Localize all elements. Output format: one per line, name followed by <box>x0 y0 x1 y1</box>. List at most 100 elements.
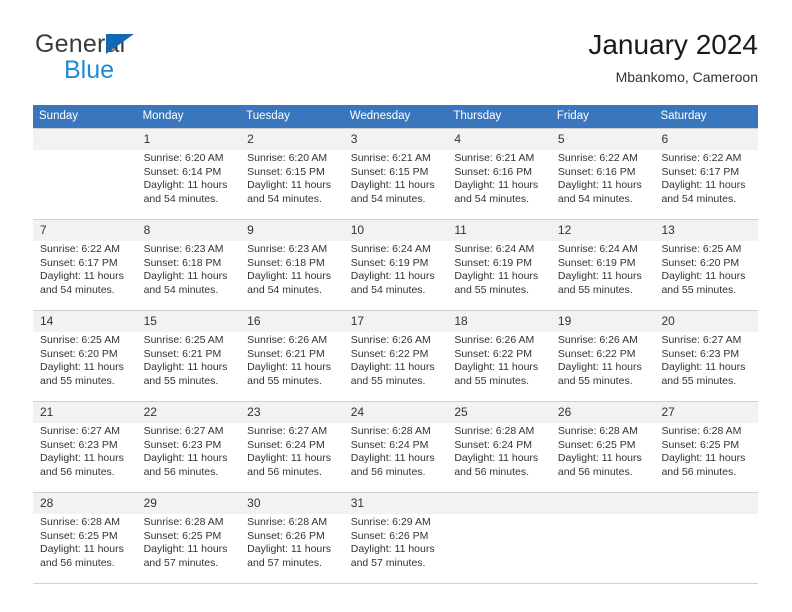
daylight-text-line1: Daylight: 11 hours <box>350 270 435 283</box>
daylight-text-line2: and 54 minutes. <box>661 192 737 205</box>
sunset-text: Sunset: 6:24 PM <box>350 438 429 451</box>
week-day-numbers: 28 29 30 31 <box>33 493 758 514</box>
sunset-text: Sunset: 6:26 PM <box>350 529 429 542</box>
sunset-text: Sunset: 6:25 PM <box>557 438 636 451</box>
daylight-text-line1: Daylight: 11 hours <box>350 543 435 556</box>
daylight-text-line2: and 54 minutes. <box>143 192 219 205</box>
day-number <box>33 129 137 150</box>
daylight-text-line1: Daylight: 11 hours <box>40 543 124 556</box>
daylight-text-line1: Daylight: 11 hours <box>350 179 435 192</box>
sunrise-text: Sunrise: 6:28 AM <box>40 516 120 528</box>
day-number: 20 <box>661 314 675 328</box>
sunset-text: Sunset: 6:16 PM <box>557 165 636 178</box>
sunrise-text: Sunrise: 6:25 AM <box>661 243 742 255</box>
daylight-text-line2: and 55 minutes. <box>247 374 322 387</box>
day-cell: Sunrise: 6:27 AM Sunset: 6:23 PM Dayligh… <box>654 332 758 401</box>
sunset-text: Sunset: 6:24 PM <box>247 438 325 451</box>
day-cell: Sunrise: 6:25 AM Sunset: 6:21 PM Dayligh… <box>137 332 241 401</box>
day-number: 24 <box>350 405 365 419</box>
sunset-text: Sunset: 6:24 PM <box>454 438 532 451</box>
day-number <box>447 493 551 514</box>
location-subtitle: Mbankomo, Cameroon <box>615 69 758 85</box>
daylight-text-line2: and 56 minutes. <box>454 465 530 478</box>
daylight-text-line1: Daylight: 11 hours <box>143 543 228 556</box>
daylight-text-line2: and 54 minutes. <box>247 192 322 205</box>
sunset-text: Sunset: 6:19 PM <box>557 256 636 269</box>
sunset-text: Sunset: 6:19 PM <box>454 256 532 269</box>
day-cell: Sunrise: 6:20 AM Sunset: 6:15 PM Dayligh… <box>240 150 344 219</box>
daylight-text-line2: and 56 minutes. <box>350 465 426 478</box>
calendar-week-row: 7 8 9 10 11 12 13 Sunrise: 6:22 AM Sunse… <box>33 219 758 310</box>
calendar-week-row: 14 15 16 17 18 19 20 Sunrise: 6:25 AM Su… <box>33 310 758 401</box>
day-cell: Sunrise: 6:28 AM Sunset: 6:25 PM Dayligh… <box>654 423 758 492</box>
day-number: 23 <box>247 405 261 419</box>
sunrise-text: Sunrise: 6:22 AM <box>557 152 638 164</box>
grid-bottom-border <box>33 583 758 584</box>
daylight-text-line1: Daylight: 11 hours <box>454 179 539 192</box>
day-cell: Sunrise: 6:24 AM Sunset: 6:19 PM Dayligh… <box>551 241 655 310</box>
day-number: 31 <box>350 496 365 510</box>
sunset-text: Sunset: 6:23 PM <box>40 438 118 451</box>
daylight-text-line1: Daylight: 11 hours <box>454 270 539 283</box>
day-number: 15 <box>143 314 157 328</box>
sunrise-text: Sunrise: 6:27 AM <box>247 425 328 437</box>
sunrise-text: Sunrise: 6:20 AM <box>143 152 224 164</box>
day-number: 10 <box>350 223 365 237</box>
day-number: 3 <box>350 132 358 146</box>
day-number: 2 <box>247 132 254 146</box>
daylight-text-line2: and 54 minutes. <box>40 283 115 296</box>
day-cell: Sunrise: 6:28 AM Sunset: 6:25 PM Dayligh… <box>137 514 241 583</box>
day-cell: Sunrise: 6:27 AM Sunset: 6:24 PM Dayligh… <box>240 423 344 492</box>
title-block: January 2024 Mbankomo, Cameroon <box>588 28 758 86</box>
day-number: 14 <box>40 314 54 328</box>
day-cell: Sunrise: 6:24 AM Sunset: 6:19 PM Dayligh… <box>344 241 448 310</box>
daylight-text-line1: Daylight: 11 hours <box>454 452 539 465</box>
day-cell: Sunrise: 6:28 AM Sunset: 6:24 PM Dayligh… <box>447 423 551 492</box>
sunset-text: Sunset: 6:21 PM <box>143 347 222 360</box>
day-number: 17 <box>350 314 365 328</box>
weekday-header-tuesday: Tuesday <box>246 110 290 122</box>
calendar-page: General Blue January 2024 Mbankomo, Came… <box>0 0 792 612</box>
day-cell: Sunrise: 6:29 AM Sunset: 6:26 PM Dayligh… <box>344 514 448 583</box>
daylight-text-line1: Daylight: 11 hours <box>661 452 746 465</box>
week-day-details: Sunrise: 6:25 AM Sunset: 6:20 PM Dayligh… <box>33 332 758 401</box>
day-number: 26 <box>557 405 572 419</box>
sunrise-text: Sunrise: 6:27 AM <box>143 425 224 437</box>
day-cell: Sunrise: 6:27 AM Sunset: 6:23 PM Dayligh… <box>137 423 241 492</box>
sunset-text: Sunset: 6:25 PM <box>661 438 740 451</box>
daylight-text-line1: Daylight: 11 hours <box>143 270 228 283</box>
calendar-grid: Sunday Monday Tuesday Wednesday Thursday… <box>33 105 758 584</box>
sunrise-text: Sunrise: 6:29 AM <box>350 516 431 528</box>
sunrise-text: Sunrise: 6:26 AM <box>454 334 535 346</box>
day-cell: Sunrise: 6:20 AM Sunset: 6:14 PM Dayligh… <box>137 150 241 219</box>
sunrise-text: Sunrise: 6:28 AM <box>350 425 431 437</box>
weekday-header-sunday: Sunday <box>39 110 79 122</box>
daylight-text-line2: and 54 minutes. <box>454 192 530 205</box>
day-cell: Sunrise: 6:25 AM Sunset: 6:20 PM Dayligh… <box>654 241 758 310</box>
daylight-text-line1: Daylight: 11 hours <box>40 361 124 374</box>
day-cell: Sunrise: 6:21 AM Sunset: 6:16 PM Dayligh… <box>447 150 551 219</box>
daylight-text-line2: and 56 minutes. <box>40 465 115 478</box>
sunset-text: Sunset: 6:22 PM <box>454 347 532 360</box>
calendar-week-row: 28 29 30 31 Sunrise: 6:28 AM Sunset: 6:2… <box>33 492 758 583</box>
day-cell: Sunrise: 6:22 AM Sunset: 6:17 PM Dayligh… <box>654 150 758 219</box>
sunset-text: Sunset: 6:18 PM <box>247 256 325 269</box>
weekday-header-row: Sunday Monday Tuesday Wednesday Thursday… <box>33 105 758 128</box>
week-day-numbers: 7 8 9 10 11 12 13 <box>33 220 758 241</box>
day-cell: Sunrise: 6:23 AM Sunset: 6:18 PM Dayligh… <box>137 241 241 310</box>
daylight-text-line2: and 55 minutes. <box>143 374 219 387</box>
day-number: 28 <box>40 496 54 510</box>
daylight-text-line2: and 56 minutes. <box>247 465 322 478</box>
week-day-details: Sunrise: 6:28 AM Sunset: 6:25 PM Dayligh… <box>33 514 758 583</box>
sunrise-text: Sunrise: 6:26 AM <box>350 334 431 346</box>
calendar-week-row: 1 2 3 4 5 6 Sunrise: 6:20 AM Sunset: 6:1… <box>33 128 758 219</box>
day-cell: Sunrise: 6:27 AM Sunset: 6:23 PM Dayligh… <box>33 423 137 492</box>
sunrise-text: Sunrise: 6:28 AM <box>143 516 224 528</box>
daylight-text-line2: and 55 minutes. <box>40 374 115 387</box>
sunset-text: Sunset: 6:25 PM <box>40 529 118 542</box>
daylight-text-line1: Daylight: 11 hours <box>557 270 642 283</box>
daylight-text-line1: Daylight: 11 hours <box>143 179 228 192</box>
day-cell: Sunrise: 6:23 AM Sunset: 6:18 PM Dayligh… <box>240 241 344 310</box>
weekday-header-saturday: Saturday <box>660 110 707 122</box>
daylight-text-line2: and 55 minutes. <box>661 283 737 296</box>
